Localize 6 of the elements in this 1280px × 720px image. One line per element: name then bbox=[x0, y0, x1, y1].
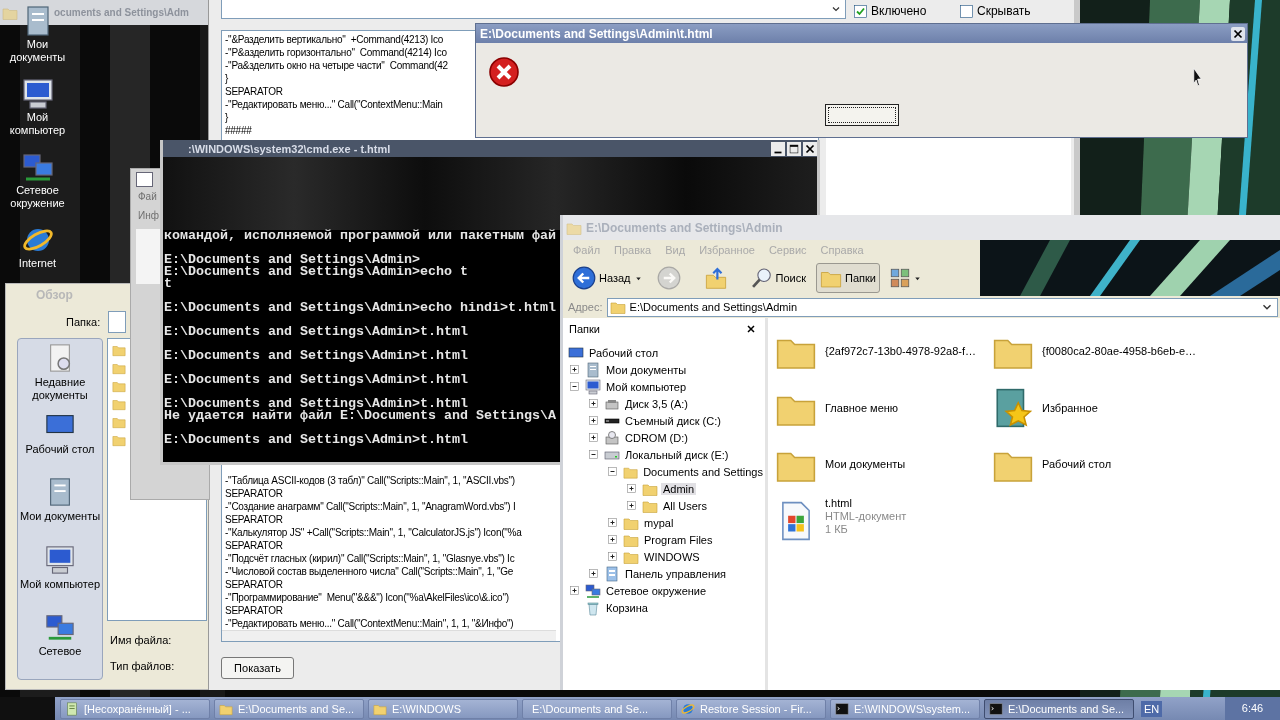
language-indicator[interactable]: EN bbox=[1141, 700, 1163, 717]
console-icon bbox=[835, 701, 849, 716]
clock: 6:46 bbox=[1225, 697, 1280, 720]
browser-icon bbox=[681, 701, 695, 716]
console-icon bbox=[989, 701, 1003, 716]
notepad-icon bbox=[65, 701, 79, 716]
